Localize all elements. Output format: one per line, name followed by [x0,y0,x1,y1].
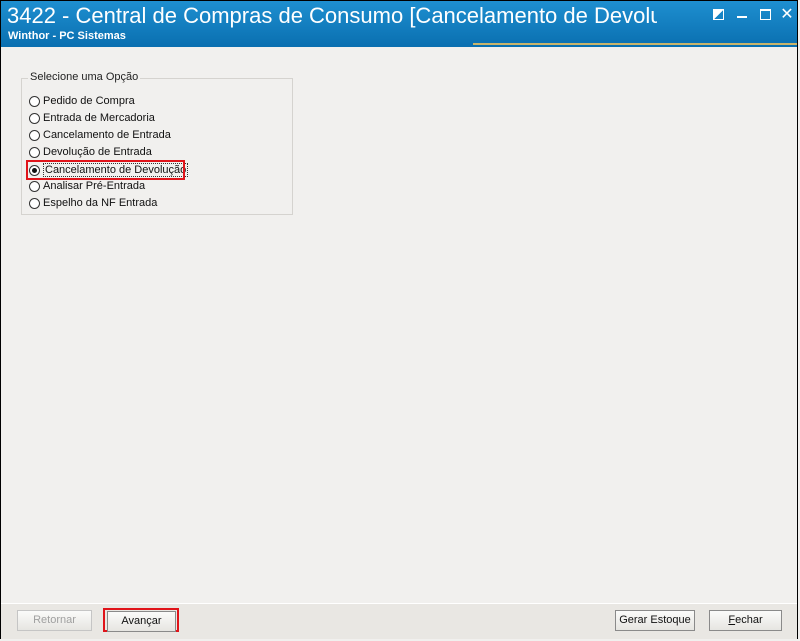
fechar-label-rest: echar [735,614,763,626]
radio-label: Entrada de Mercadoria [43,112,155,124]
radio-label: Pedido de Compra [43,95,135,107]
close-button[interactable]: ✕ [777,5,797,23]
radio-label: Analisar Pré-Entrada [43,180,146,192]
radio-label: Cancelamento de Entrada [43,129,171,141]
gerar-estoque-button[interactable]: Gerar Estoque [615,610,695,631]
radio-circle[interactable] [29,129,40,141]
radio-circle[interactable] [29,146,40,158]
fechar-button[interactable]: Fechar [709,610,782,631]
radio-entrada-de-mercadoria[interactable]: Entrada de Mercadoria [29,110,155,126]
retornar-button[interactable]: Retornar [17,610,92,631]
title-accent-stripe [473,43,797,45]
minimize-button[interactable] [732,5,752,23]
radio-circle[interactable] [29,180,40,192]
radio-devolucao-de-entrada[interactable]: Devolução de Entrada [29,144,152,160]
radio-label: Devolução de Entrada [43,146,152,158]
options-group-legend: Selecione uma Opção [28,71,141,83]
maximize-button[interactable] [755,5,775,23]
window-title: 3422 - Central de Compras de Consumo [Ca… [7,3,657,28]
maximize-icon [759,8,771,20]
radio-circle[interactable] [29,112,40,124]
avancar-button[interactable]: Avançar [107,611,176,632]
window-subtitle: Winthor - PC Sistemas [8,30,126,42]
close-icon: ✕ [780,4,794,23]
restore-icon [712,8,724,20]
restore-button[interactable] [708,5,728,23]
title-bar[interactable]: 3422 - Central de Compras de Consumo [Ca… [1,1,797,47]
radio-circle[interactable] [29,95,40,107]
selected-option-highlight [26,160,185,180]
radio-circle[interactable] [29,197,40,209]
radio-espelho-da-nf-entrada[interactable]: Espelho da NF Entrada [29,195,157,211]
radio-label: Espelho da NF Entrada [43,197,158,209]
radio-pedido-de-compra[interactable]: Pedido de Compra [29,93,135,109]
radio-analisar-pre-entrada[interactable]: Analisar Pré-Entrada [29,178,145,194]
minimize-icon [737,16,747,18]
radio-cancelamento-de-entrada[interactable]: Cancelamento de Entrada [29,127,171,143]
